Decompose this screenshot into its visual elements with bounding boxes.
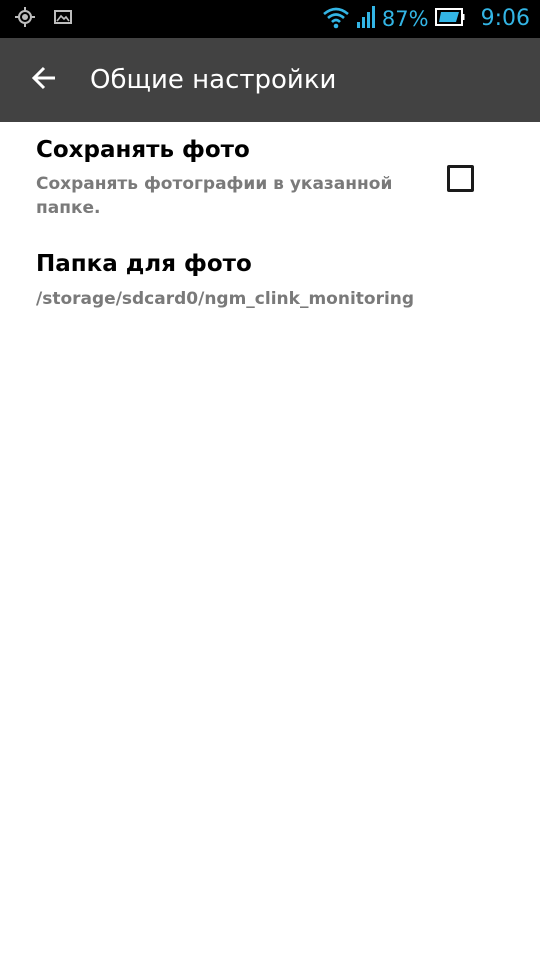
photo-folder-preference[interactable]: Папка для фото /storage/sdcard0/ngm_clin… bbox=[0, 236, 540, 336]
arrow-left-icon bbox=[31, 66, 57, 94]
status-bar-left bbox=[14, 0, 72, 38]
photo-folder-title: Папка для фото bbox=[36, 251, 252, 277]
screen: 87% 9:06 Общие настройки Сохранять фото … bbox=[0, 0, 540, 960]
save-photo-preference[interactable]: Сохранять фото Сохранять фотографии в ук… bbox=[0, 122, 540, 236]
clock: 9:06 bbox=[480, 6, 530, 31]
app-bar: Общие настройки bbox=[0, 38, 540, 122]
photo-folder-path: /storage/sdcard0/ngm_clink_monitoring bbox=[36, 289, 415, 309]
status-bar: 87% 9:06 bbox=[0, 0, 540, 38]
status-bar-right: 87% 9:06 bbox=[322, 0, 530, 38]
image-icon bbox=[54, 9, 72, 29]
page-title: Общие настройки bbox=[90, 65, 337, 95]
save-photo-title: Сохранять фото bbox=[36, 137, 250, 163]
preferences-list: Сохранять фото Сохранять фотографии в ук… bbox=[0, 122, 540, 336]
save-photo-summary: Сохранять фотографии в указанной папке. bbox=[36, 174, 393, 218]
gps-icon bbox=[14, 6, 36, 32]
save-photo-checkbox[interactable] bbox=[447, 165, 474, 192]
back-button[interactable] bbox=[22, 58, 66, 102]
wifi-icon bbox=[322, 5, 350, 33]
signal-icon bbox=[356, 5, 376, 33]
battery-percent: 87% bbox=[381, 7, 429, 31]
battery-icon bbox=[434, 8, 465, 30]
